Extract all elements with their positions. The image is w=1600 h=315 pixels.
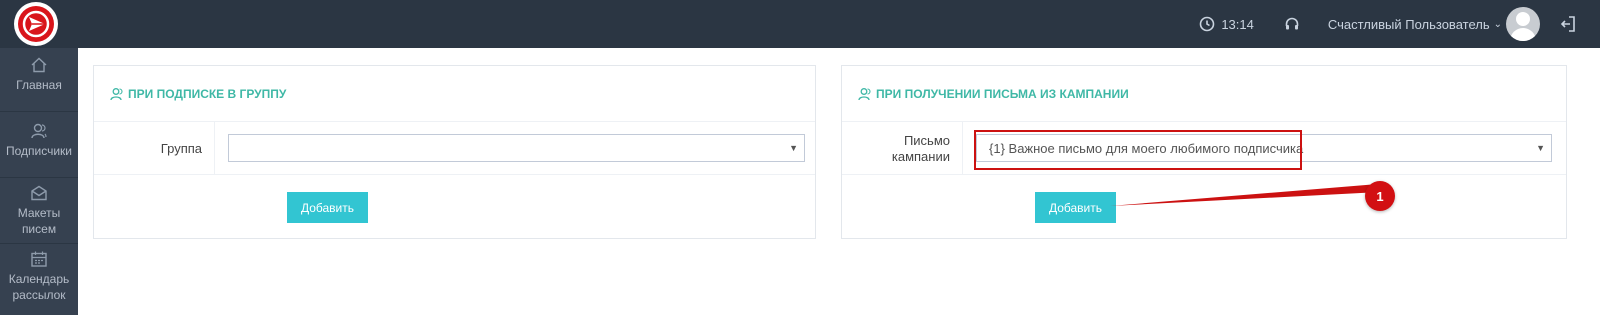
group-select[interactable]: ▼ bbox=[228, 134, 805, 162]
sidebar-item-calendar[interactable]: Календарь рассылок bbox=[0, 244, 78, 315]
chevron-down-icon: ▼ bbox=[1536, 143, 1545, 153]
annotation-highlight-box bbox=[974, 130, 1302, 170]
panel-header: ПРИ ПОДПИСКЕ В ГРУППУ bbox=[94, 66, 815, 122]
main-content: ПРИ ПОДПИСКЕ В ГРУППУ Группа ▼ Добавить … bbox=[78, 48, 1600, 315]
add-group-button[interactable]: Добавить bbox=[287, 192, 368, 223]
sidebar-item-label: Макеты писем bbox=[17, 206, 61, 236]
add-campaign-letter-button[interactable]: Добавить bbox=[1035, 192, 1116, 223]
logo-area[interactable] bbox=[0, 0, 78, 48]
paper-plane-logo-icon bbox=[22, 10, 50, 38]
home-icon bbox=[31, 57, 47, 73]
panel-header: ПРИ ПОЛУЧЕНИИ ПИСЬМА ИЗ КАМПАНИИ bbox=[842, 66, 1566, 122]
calendar-icon bbox=[31, 251, 47, 267]
panel-title: ПРИ ПОЛУЧЕНИИ ПИСЬМА ИЗ КАМПАНИИ bbox=[876, 86, 1129, 101]
chevron-down-icon[interactable]: ⌄ bbox=[1494, 19, 1502, 30]
sidebar: Главная Подписчики Макеты писем Календар… bbox=[0, 48, 78, 315]
label-line-2: кампании bbox=[891, 148, 950, 164]
panel-group-subscription: ПРИ ПОДПИСКЕ В ГРУППУ Группа ▼ Добавить bbox=[93, 65, 816, 239]
user-name[interactable]: Счастливый Пользователь bbox=[1328, 17, 1490, 32]
sidebar-item-label: Главная bbox=[16, 78, 62, 92]
annotation-arrow bbox=[1110, 184, 1380, 206]
sidebar-item-templates[interactable]: Макеты писем bbox=[0, 178, 78, 244]
panel-title: ПРИ ПОДПИСКЕ В ГРУППУ bbox=[128, 86, 287, 101]
label-line-1: Письмо bbox=[903, 132, 950, 148]
sidebar-item-home[interactable]: Главная bbox=[0, 48, 78, 112]
users-icon bbox=[858, 87, 871, 100]
users-icon bbox=[110, 87, 123, 100]
avatar[interactable] bbox=[1506, 7, 1540, 41]
clock: 13:14 bbox=[1199, 16, 1254, 32]
logout-icon bbox=[1560, 16, 1575, 32]
top-bar: 13:14 Счастливый Пользователь ⌄ bbox=[0, 0, 1600, 48]
form-row-group: Группа ▼ bbox=[94, 122, 815, 175]
group-field-label: Группа bbox=[94, 122, 215, 175]
clock-icon bbox=[1200, 16, 1215, 32]
avatar-head bbox=[1516, 12, 1530, 26]
app-logo[interactable] bbox=[14, 2, 58, 46]
envelope-icon bbox=[31, 185, 47, 201]
chevron-down-icon: ▼ bbox=[789, 143, 798, 153]
support-button[interactable] bbox=[1284, 16, 1300, 32]
top-right-bar: 13:14 Счастливый Пользователь ⌄ bbox=[1199, 0, 1600, 48]
campaign-letter-field-label: Письмо кампании bbox=[842, 122, 963, 175]
clock-time: 13:14 bbox=[1221, 16, 1254, 32]
annotation-badge: 1 bbox=[1365, 181, 1395, 211]
sidebar-item-label: Календарь рассылок bbox=[8, 272, 70, 302]
users-icon bbox=[31, 123, 47, 139]
sidebar-item-label: Подписчики bbox=[5, 144, 72, 158]
headset-icon bbox=[1285, 17, 1299, 30]
logout-button[interactable] bbox=[1560, 15, 1576, 33]
avatar-body bbox=[1510, 28, 1536, 41]
sidebar-item-subscribers[interactable]: Подписчики bbox=[0, 112, 78, 178]
